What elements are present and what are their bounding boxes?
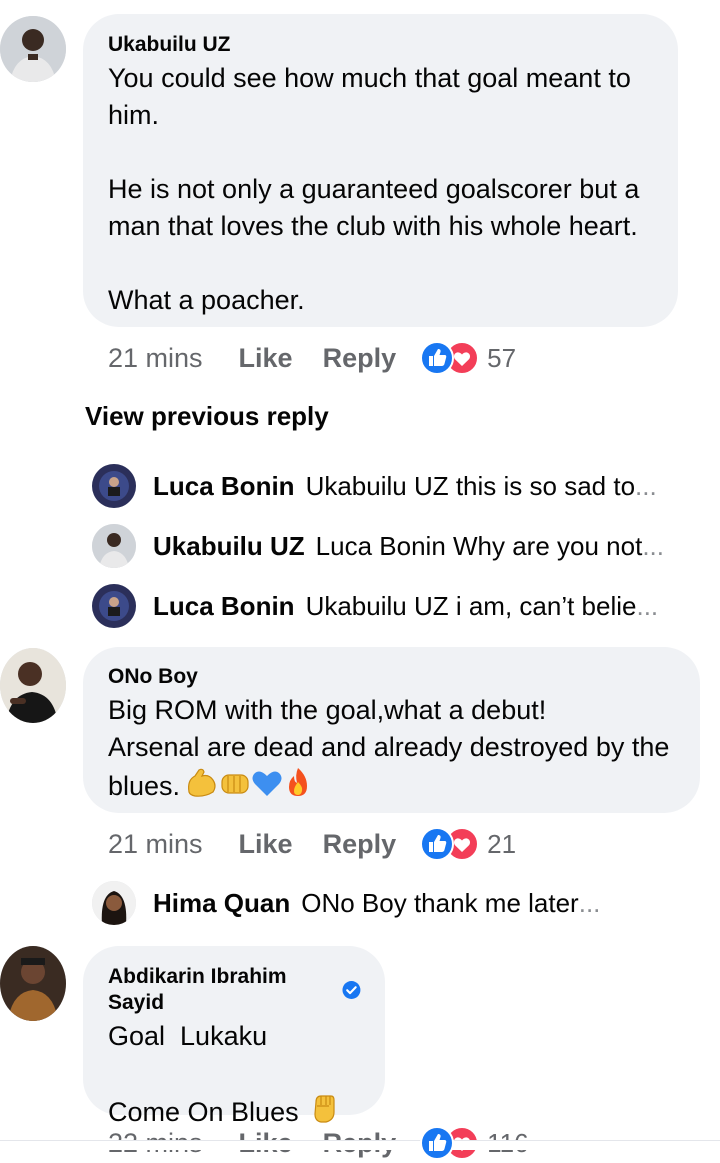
reply-preview[interactable]: Ukabuilu UZ Luca Bonin Why are you not..…	[92, 523, 664, 569]
reply-preview[interactable]: Hima Quan ONo Boy thank me later...	[92, 880, 600, 926]
reply-button[interactable]: Reply	[323, 343, 397, 374]
reply-ellipsis: ...	[636, 590, 659, 621]
verified-badge-icon	[342, 981, 361, 999]
comment-text: You could see how much that goal meant t…	[108, 63, 640, 315]
comment-author[interactable]: Ukabuilu UZ	[108, 32, 654, 58]
like-button[interactable]: Like	[239, 343, 293, 374]
reaction-count: 21	[487, 828, 517, 859]
comment-author[interactable]: Abdikarin Ibrahim Sayid	[108, 964, 335, 1016]
flexed-biceps-emoji	[185, 766, 219, 803]
comment-time[interactable]: 21 mins	[108, 829, 203, 860]
avatar[interactable]	[92, 524, 136, 568]
reaction-count: 57	[487, 342, 517, 373]
comment-time[interactable]: 21 mins	[108, 343, 203, 374]
avatar[interactable]	[0, 16, 66, 82]
comment-author-row: Abdikarin Ibrahim Sayid	[108, 964, 361, 1016]
fist-emoji	[219, 768, 251, 803]
avatar[interactable]	[92, 881, 136, 925]
reply-author[interactable]: Hima Quan	[153, 888, 290, 919]
comment-author[interactable]: ONo Boy	[108, 664, 676, 690]
avatar[interactable]	[0, 648, 66, 723]
comment-actions: 21 mins Like Reply 57	[108, 338, 516, 378]
reply-text: ONo Boy thank me later	[301, 887, 579, 918]
comment-text-wrapper: Goal Lukaku Come On Blues	[108, 1018, 361, 1131]
avatar[interactable]	[92, 464, 136, 508]
comment-bubble: Abdikarin Ibrahim Sayid Goal Lukaku Come…	[83, 946, 385, 1127]
like-reaction-icon	[420, 827, 455, 861]
fire-emoji	[283, 766, 313, 803]
avatar[interactable]	[92, 584, 136, 628]
view-previous-reply-link[interactable]: View previous reply	[85, 401, 329, 432]
reply-author[interactable]: Ukabuilu UZ	[153, 531, 305, 562]
reply-ellipsis: ...	[578, 887, 601, 918]
like-button[interactable]: Like	[239, 829, 293, 860]
reactions-summary[interactable]: 57	[420, 341, 516, 375]
reply-text: Luca Bonin Why are you not	[315, 530, 643, 561]
comment-text-wrapper: Big ROM with the goal,what a debut! Arse…	[108, 692, 676, 805]
comment-bubble: Ukabuilu UZ You could see how much that …	[83, 14, 678, 327]
like-reaction-icon	[420, 341, 455, 375]
reply-button[interactable]: Reply	[323, 829, 397, 860]
reply-preview[interactable]: Luca Bonin Ukabuilu UZ this is so sad to…	[92, 463, 657, 509]
avatar[interactable]	[0, 946, 66, 1021]
reply-ellipsis: ...	[642, 530, 664, 561]
reactions-summary[interactable]: 21	[420, 827, 516, 861]
reply-preview[interactable]: Luca Bonin Ukabuilu UZ i am, can’t belie…	[92, 583, 658, 629]
comment-bubble: ONo Boy Big ROM with the goal,what a deb…	[83, 647, 700, 813]
reply-text: Ukabuilu UZ this is so sad to	[305, 470, 636, 501]
reply-ellipsis: ...	[635, 470, 657, 501]
reply-author[interactable]: Luca Bonin	[153, 591, 295, 622]
blue-heart-emoji	[251, 768, 283, 803]
reply-author[interactable]: Luca Bonin	[153, 471, 295, 502]
like-reaction-icon	[420, 1126, 455, 1160]
comment-text: Goal Lukaku Come On Blues	[108, 1021, 299, 1127]
comment-actions: 21 mins Like Reply 21	[108, 824, 516, 864]
reply-text: Ukabuilu UZ i am, can’t belie	[305, 590, 637, 621]
